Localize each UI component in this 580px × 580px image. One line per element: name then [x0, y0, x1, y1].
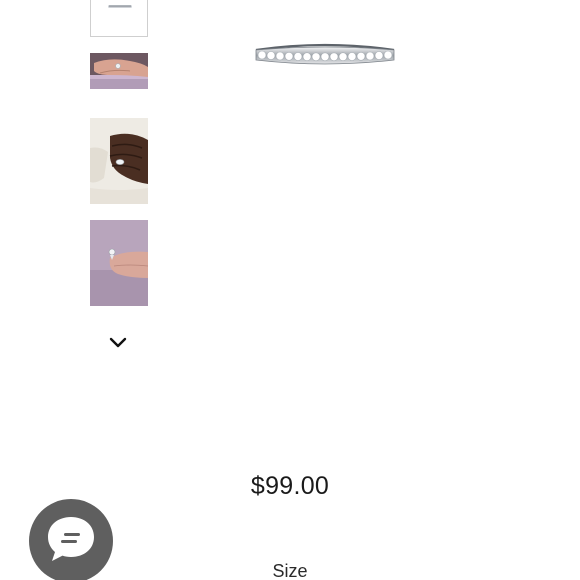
thumbnail-ring-band[interactable]: [90, 0, 148, 37]
thumbnail-hand-purple[interactable]: [90, 53, 148, 89]
hand-purple-thumbnail-image: [90, 53, 148, 89]
hand-fingertips-thumbnail-image: [90, 220, 148, 306]
hand-sweater-thumbnail-image: [90, 118, 148, 204]
thumbnail-hand-sweater[interactable]: [90, 118, 148, 204]
chat-bubble-icon: [48, 517, 94, 561]
product-page: $99.00 Size: [0, 0, 580, 580]
chat-button[interactable]: [29, 499, 113, 580]
product-price: $99.00: [250, 472, 330, 500]
product-image-ring: [255, 43, 395, 65]
ring-band-thumbnail-image: [108, 5, 132, 8]
chevron-down-icon[interactable]: [107, 333, 129, 351]
thumbnail-hand-fingertips[interactable]: [90, 220, 148, 306]
